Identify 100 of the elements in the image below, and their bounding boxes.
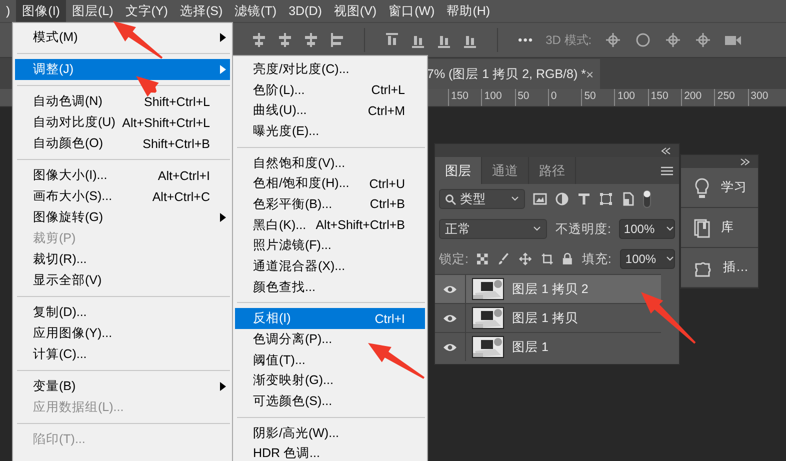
menu-item[interactable]: 变量(B) <box>15 376 230 397</box>
move-icon[interactable] <box>518 252 532 266</box>
image-icon[interactable] <box>533 192 547 206</box>
blend-mode-dropdown[interactable]: 正常 <box>439 219 548 239</box>
menu-item[interactable]: 应用图像(Y)... <box>15 323 230 344</box>
expand-icon[interactable] <box>740 158 750 166</box>
menu-bar-item[interactable]: 帮助(H) <box>440 0 496 22</box>
annotation-arrow <box>641 292 696 344</box>
filter-dropdown[interactable]: 类型 <box>439 189 525 209</box>
ruler-number: 200 <box>684 89 702 103</box>
crop-icon[interactable] <box>540 252 554 266</box>
ruler-number: 0 <box>550 89 557 103</box>
layer-name: 图层 1 <box>512 338 548 356</box>
menu-item[interactable]: 反相(I) Ctrl+I <box>235 308 425 330</box>
document-title: 7% (图层 1 拷贝 2, RGB/8) * <box>427 66 586 82</box>
lock-icon[interactable] <box>562 252 573 266</box>
menu-item[interactable]: 自动颜色(O) Shift+Ctrl+B <box>15 133 230 154</box>
menu-bar-item[interactable]: 滤镜(T) <box>228 0 283 22</box>
menu-item[interactable]: 自然饱和度(V)... <box>235 152 425 174</box>
menu-item[interactable]: 画布大小(S)... Alt+Ctrl+C <box>15 186 230 207</box>
menu-item[interactable]: 曲线(U)... Ctrl+M <box>235 100 425 122</box>
menu-item[interactable]: 黑白(K)... Alt+Shift+Ctrl+B <box>235 214 425 236</box>
library-icon[interactable] <box>693 218 711 238</box>
eye-icon[interactable] <box>443 284 457 294</box>
brush-icon[interactable] <box>497 252 510 266</box>
ruler-number: 50 <box>518 89 530 103</box>
side-panel-item[interactable]: 学习 <box>681 168 758 208</box>
align-icon[interactable] <box>330 32 344 48</box>
menu-bar-item[interactable]: 3D(D) <box>282 0 328 22</box>
align-icon[interactable] <box>304 32 318 48</box>
toggle-switch-icon[interactable] <box>643 190 651 208</box>
menu-item[interactable]: 裁切(R)... <box>15 249 230 270</box>
menu-item[interactable]: 显示全部(V) <box>15 270 230 291</box>
side-panel-item[interactable]: 库 <box>681 208 758 248</box>
menu-item[interactable]: 通道混合器(X)... <box>235 256 425 277</box>
layer-row[interactable]: 图层 1 拷贝 <box>435 303 661 332</box>
menu-bar-item[interactable]: 图像(I) <box>16 0 66 22</box>
opacity-field[interactable]: 100% <box>618 219 675 239</box>
lightbulb-icon[interactable] <box>693 176 711 198</box>
ruler-number: 300 <box>750 89 768 103</box>
menu-item[interactable]: 图像大小(I)... Alt+Ctrl+I <box>15 165 230 186</box>
annotation-arrow <box>136 76 159 97</box>
eye-icon[interactable] <box>443 314 457 322</box>
menu-item[interactable]: 照片滤镜(F)... <box>235 235 425 256</box>
layer-name: 图层 1 拷贝 2 <box>512 280 588 298</box>
menu-item[interactable]: 亮度/对比度(C)... <box>235 59 425 80</box>
close-button[interactable]: × <box>586 66 594 82</box>
shape-icon[interactable] <box>599 192 613 206</box>
distribute-icon[interactable] <box>385 32 399 48</box>
type-icon[interactable] <box>577 192 591 206</box>
mode-label: 3D 模式: <box>546 32 592 48</box>
menu-item[interactable]: 渐变映射(G)... <box>235 370 425 392</box>
more-options[interactable]: ••• <box>518 33 534 47</box>
layer-row[interactable]: 图层 1 <box>435 332 661 361</box>
document-tab[interactable]: 7% (图层 1 拷贝 2, RGB/8) *× <box>425 59 600 89</box>
menu-bar-item[interactable]: ) <box>0 0 16 22</box>
menu-item[interactable]: 计算(C)... <box>15 344 230 365</box>
menu-item[interactable]: 模式(M) <box>15 27 230 48</box>
ruler-number: 250 <box>717 89 735 103</box>
menu-bar-item[interactable]: 视图(V) <box>328 0 383 22</box>
menu-icon[interactable] <box>661 166 673 176</box>
menu-item[interactable]: 曝光度(E)... <box>235 121 425 142</box>
menu-item[interactable]: 复制(D)... <box>15 302 230 323</box>
menu-item[interactable]: 阴影/高光(W)... <box>235 422 425 444</box>
menu-item[interactable]: 调整(J) <box>15 59 230 80</box>
menu-item[interactable]: 自动色调(N) Shift+Ctrl+L <box>15 91 230 112</box>
menu-bar-item[interactable]: 图层(L) <box>66 0 120 22</box>
checkerboard-icon[interactable] <box>477 253 488 265</box>
menu-bar-item[interactable]: 文字(Y) <box>119 0 174 22</box>
align-icon[interactable] <box>252 32 266 48</box>
side-panel-item[interactable]: 插… <box>681 248 758 288</box>
menu-item[interactable]: 色彩平衡(B)... Ctrl+B <box>235 194 425 215</box>
align-icon[interactable] <box>278 32 292 48</box>
eye-icon[interactable] <box>443 342 457 352</box>
ruler-number: 100 <box>617 89 636 103</box>
menu-item[interactable]: 颜色查找... <box>235 276 425 298</box>
menu-bar-item[interactable]: 选择(S) <box>174 0 229 22</box>
layer-row[interactable]: 图层 1 拷贝 2 <box>435 274 661 303</box>
lock-label: 锁定: <box>439 250 468 268</box>
menu-item[interactable]: 自动对比度(U) Alt+Shift+Ctrl+L <box>15 112 230 133</box>
chevron-icon <box>533 226 542 232</box>
ruler-number: 100 <box>484 89 502 103</box>
smart-object-icon[interactable] <box>621 192 635 206</box>
panel-tab[interactable]: 图层 <box>435 157 482 184</box>
menu-item[interactable]: 色阶(L)... Ctrl+L <box>235 80 425 100</box>
opacity-label: 不透明度: <box>555 220 611 238</box>
menu-item[interactable]: 色相/饱和度(H)... Ctrl+U <box>235 173 425 194</box>
collapse-icon[interactable] <box>661 146 671 154</box>
adjustment-icon[interactable] <box>555 192 569 206</box>
menu-item[interactable]: 阈值(T)... <box>235 350 425 370</box>
menu-item[interactable]: 色调分离(P)... <box>235 329 425 350</box>
menu-item[interactable]: HDR 色调... <box>235 443 425 461</box>
ruler-number: 150 <box>451 89 469 103</box>
ruler-number: 50 <box>584 89 596 103</box>
layer-name: 图层 1 拷贝 <box>512 310 578 326</box>
menu-item[interactable]: 可选颜色(S)... <box>235 391 425 412</box>
fill-field[interactable]: 100% <box>620 249 675 269</box>
menu-bar-item[interactable]: 窗口(W) <box>382 0 441 22</box>
chevron-icon <box>511 196 519 202</box>
menu-item[interactable]: 图像旋转(G) <box>15 207 230 228</box>
